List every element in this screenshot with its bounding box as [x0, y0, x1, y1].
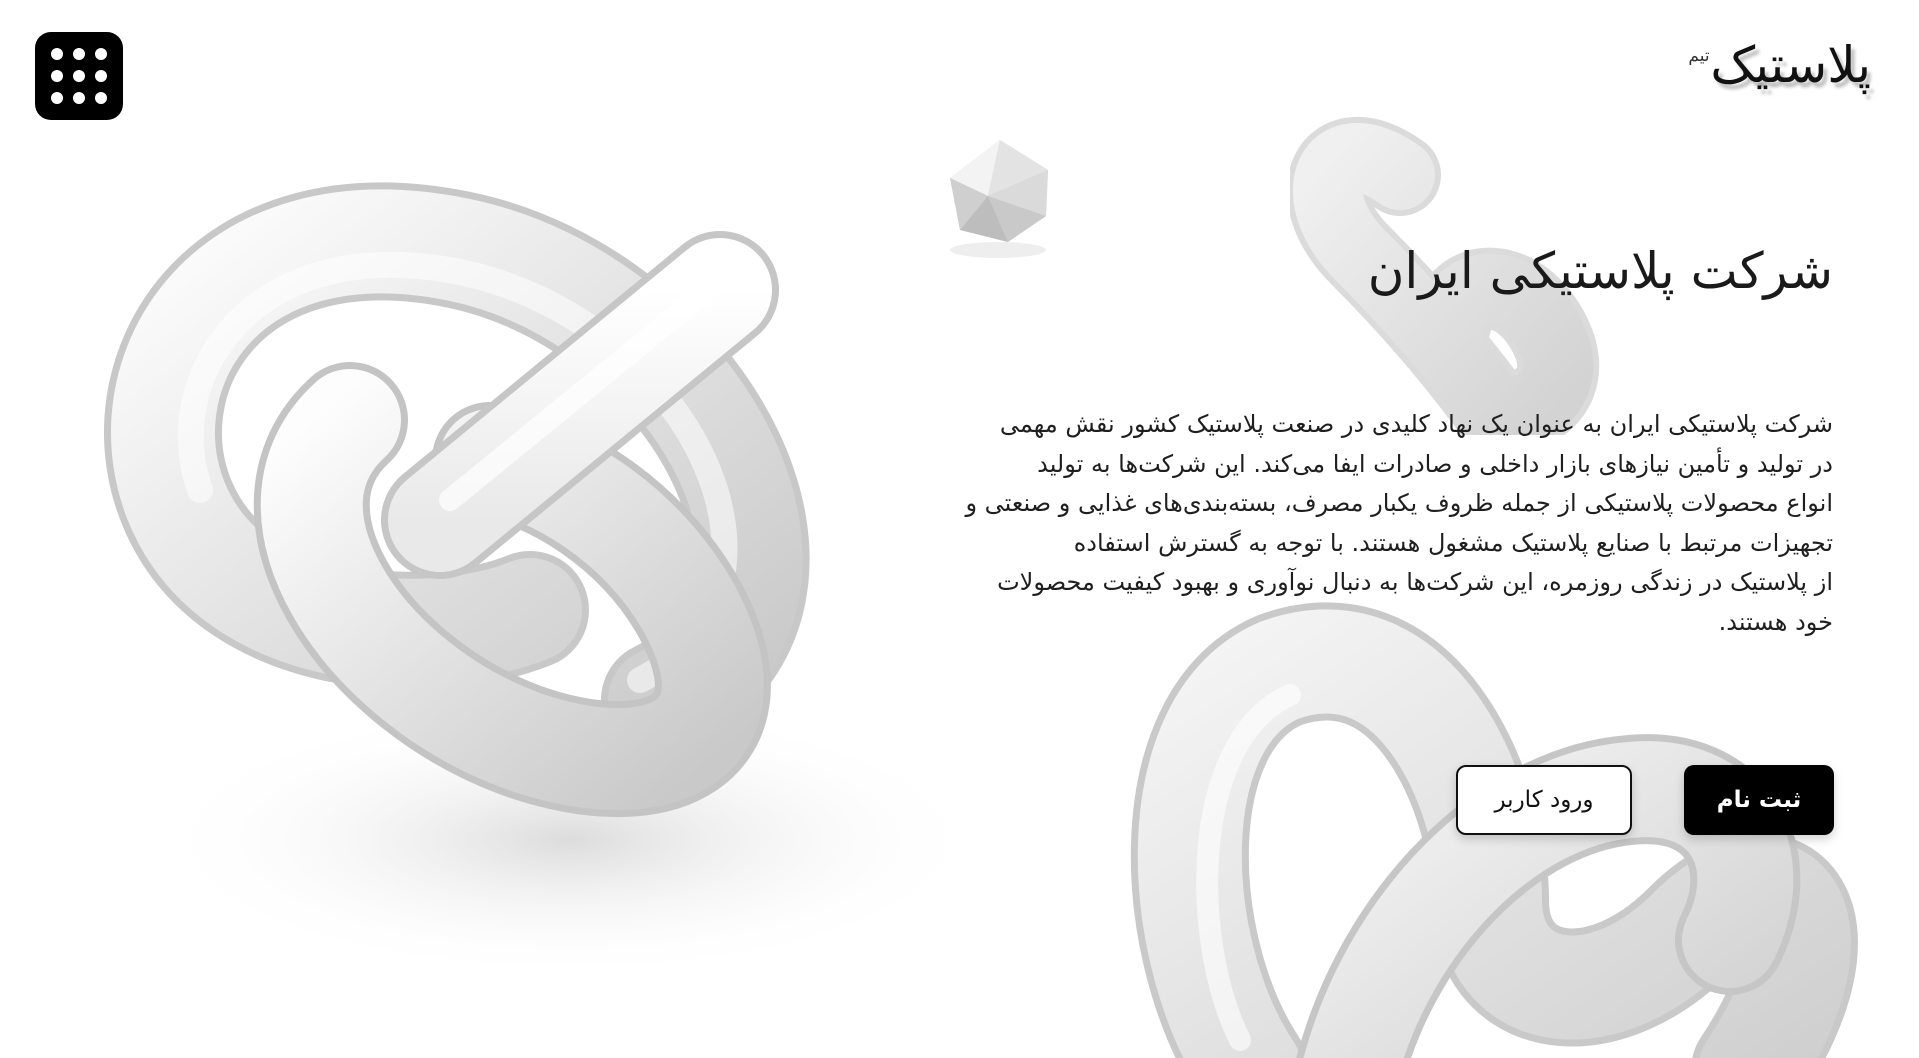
grid-dot	[95, 70, 107, 82]
logo-text: پلاستیک	[1710, 36, 1872, 94]
page-title: شرکت پلاستیکی ایران	[1367, 242, 1833, 300]
hero-description-line: تجهیزات مرتبط با صنایع پلاستیک مشغول هست…	[1073, 528, 1833, 557]
hero-description-line: در تولید و تأمین نیازهای بازار داخلی و ص…	[1037, 449, 1833, 478]
hero-description-line: انواع محصولات پلاستیکی از جمله ظروف یکبا…	[965, 489, 1833, 517]
grid-dots-icon	[51, 48, 63, 60]
hero-description-line: خود هستند.	[1718, 607, 1833, 636]
site-logo[interactable]: پلاستیک تیم	[1688, 40, 1872, 90]
logo-superscript: تیم	[1688, 46, 1710, 66]
grid-dot	[73, 92, 85, 104]
signup-button[interactable]: ثبت نام	[1684, 765, 1834, 835]
hero-description-line: از پلاستیک در زندگی روزمره، این شرکت‌ها …	[997, 568, 1833, 596]
menu-button[interactable]	[35, 32, 123, 120]
login-button[interactable]: ورود کاربر	[1456, 765, 1632, 835]
hero-description-line: شرکت پلاستیکی ایران به عنوان یک نهاد کلی…	[999, 410, 1833, 438]
hero-description: شرکت پلاستیکی ایران به عنوان یک نهاد کلی…	[833, 405, 1833, 642]
grid-dot	[95, 92, 107, 104]
grid-dot	[51, 92, 63, 104]
grid-dot	[95, 48, 107, 60]
grid-dot	[73, 48, 85, 60]
grid-dot	[51, 70, 63, 82]
polyhedron-gem-illustration	[950, 140, 1048, 258]
grid-dot	[73, 70, 85, 82]
landing-page: پلاستیک تیم شرکت پلاستیکی ایران شرکت پلا…	[0, 0, 1919, 1058]
